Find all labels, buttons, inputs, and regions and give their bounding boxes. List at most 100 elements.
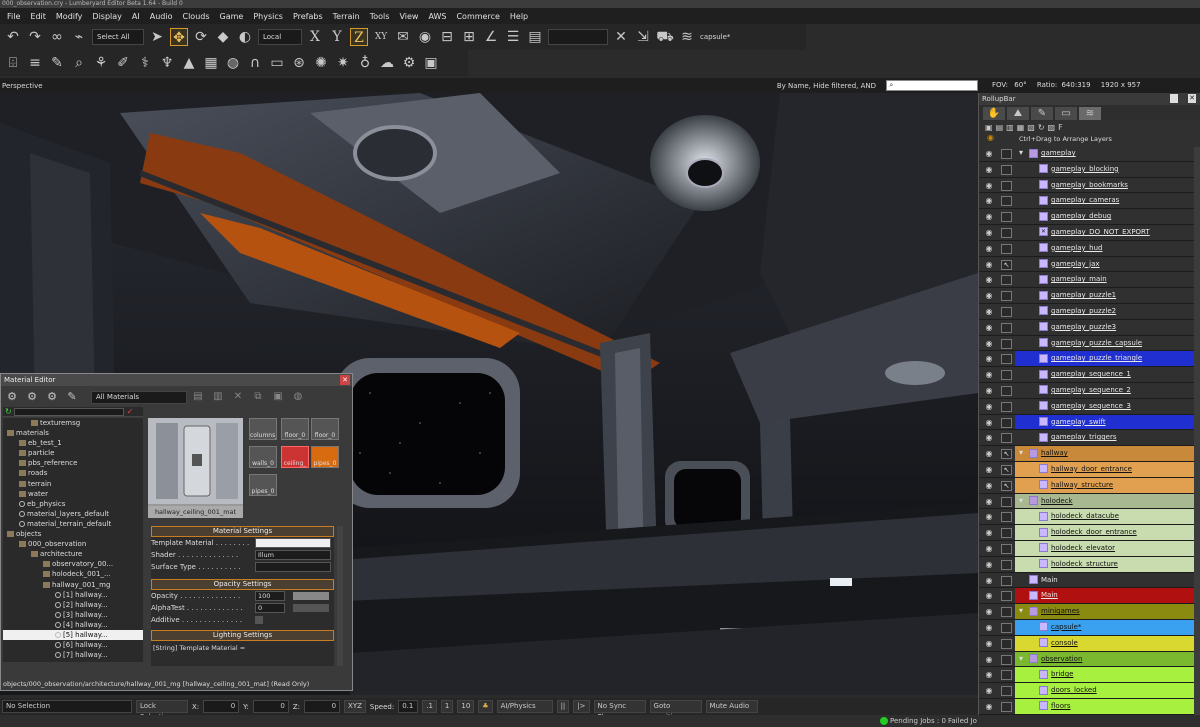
freeze-layer-icon[interactable]: ▨ xyxy=(1048,123,1056,132)
layer-row[interactable]: ◉ Main xyxy=(979,588,1200,605)
camera-icon[interactable]: ◉ xyxy=(416,28,434,46)
gear-icon[interactable]: ⚙ xyxy=(400,54,418,72)
layer-row[interactable]: ◉ gameplay_sequence_1 xyxy=(979,367,1200,383)
layer-row[interactable]: ◉ holodeck_structure xyxy=(979,556,1200,573)
layer-row[interactable]: ◉ ↖ gameplay_jax xyxy=(979,257,1200,273)
save-icon[interactable]: ▤ xyxy=(189,388,207,406)
move-icon[interactable]: ✥ xyxy=(170,28,188,46)
lock-selection-button[interactable]: Lock Selection xyxy=(136,700,188,721)
layer-row[interactable]: ◉ gameplay_sequence_2 xyxy=(979,383,1200,399)
menu-item-aws[interactable]: AWS xyxy=(423,12,451,21)
material-settings-icon[interactable]: ⚙ xyxy=(43,388,61,406)
tree-search-input[interactable] xyxy=(14,407,125,416)
visibility-eye-icon[interactable]: ◉ xyxy=(982,418,996,428)
material-settings-header[interactable]: Material Settings xyxy=(151,526,334,537)
visibility-eye-icon[interactable]: ◉ xyxy=(982,354,996,364)
submaterial-thumb[interactable]: walls_0 xyxy=(249,446,277,468)
frozen-checkbox[interactable] xyxy=(1001,433,1012,444)
visibility-eye-icon[interactable]: ◉ xyxy=(982,512,996,522)
import-layer-icon[interactable]: ▦ xyxy=(1017,123,1025,132)
visibility-eye-icon[interactable]: ◉ xyxy=(982,670,996,680)
frozen-checkbox[interactable] xyxy=(1001,354,1012,365)
pick-material-icon[interactable]: ✎ xyxy=(63,388,81,406)
axis-x-button[interactable]: X xyxy=(306,28,324,46)
chat-icon[interactable]: ▣ xyxy=(422,54,440,72)
truck-icon[interactable]: ⛟ xyxy=(656,28,674,46)
visibility-eye-icon[interactable]: ◉ xyxy=(982,544,996,554)
layer-row[interactable]: ◉ Main xyxy=(979,573,1200,589)
axis-xy-button[interactable]: XY xyxy=(372,28,390,46)
menu-item-ai[interactable]: AI xyxy=(127,12,145,21)
visibility-eye-icon[interactable]: ◉ xyxy=(982,386,996,396)
layer-row[interactable]: ◉ ↖ hallway_structure xyxy=(979,477,1200,494)
perspective-viewport[interactable]: Material Editor ✕ ⚙ ⚙ ⚙ ✎ All Materials … xyxy=(0,93,978,695)
frozen-checkbox[interactable] xyxy=(1001,670,1012,681)
frozen-checkbox[interactable] xyxy=(1001,275,1012,286)
frozen-checkbox[interactable] xyxy=(1001,164,1012,175)
layer-row[interactable]: ◉ gameplay_cameras xyxy=(979,193,1200,210)
properties-scrollbar[interactable] xyxy=(337,526,343,666)
refresh-icon[interactable]: ↻ xyxy=(5,407,12,416)
filter-icon[interactable]: F xyxy=(1058,123,1063,132)
menu-item-audio[interactable]: Audio xyxy=(145,12,178,21)
layer-row[interactable]: ◉ doors_locked xyxy=(979,683,1200,699)
redo-icon[interactable]: ↷ xyxy=(26,28,44,46)
menu-item-file[interactable]: File xyxy=(2,12,25,21)
layer-row[interactable]: ◉ bridge xyxy=(979,667,1200,684)
visibility-eye-icon[interactable]: ◉ xyxy=(982,497,996,507)
export-layer-icon[interactable]: ▥ xyxy=(1006,123,1014,132)
tree-item[interactable]: holodeck_001_... xyxy=(3,569,143,579)
select-all-dropdown[interactable]: Select All xyxy=(92,29,144,45)
visibility-eye-icon[interactable]: ◉ xyxy=(982,402,996,412)
frozen-checkbox[interactable] xyxy=(1001,149,1012,159)
new-layer-icon[interactable]: ▣ xyxy=(985,123,993,132)
visibility-eye-icon[interactable]: ◉ xyxy=(982,260,996,270)
visibility-eye-icon[interactable]: ◉ xyxy=(982,307,996,317)
reset-icon[interactable]: ▣ xyxy=(269,388,287,406)
add-submaterial-icon[interactable]: ⚙ xyxy=(23,388,41,406)
tree-item[interactable]: [2] hallway... xyxy=(3,600,143,610)
frozen-checkbox[interactable] xyxy=(1001,401,1012,412)
tree-item[interactable]: particle xyxy=(3,448,143,458)
visibility-eye-icon[interactable]: ◉ xyxy=(982,323,996,333)
tab-layers-icon[interactable]: ≋ xyxy=(1079,107,1101,120)
tree-item[interactable]: material_layers_default xyxy=(3,509,143,519)
submaterial-thumb[interactable]: floor_0 xyxy=(311,418,339,440)
tree-item[interactable]: material_terrain_default xyxy=(3,519,143,529)
tab-display-icon[interactable]: ▭ xyxy=(1055,107,1077,120)
frozen-checkbox[interactable]: ↖ xyxy=(1001,464,1012,475)
link-icon[interactable]: ∞ xyxy=(48,28,66,46)
opacity-settings-header[interactable]: Opacity Settings xyxy=(151,579,334,590)
library-select[interactable]: All Materials xyxy=(91,390,187,404)
layer-row[interactable]: ◉ ✕ gameplay_DO_NOT_EXPORT xyxy=(979,225,1200,241)
layer-row[interactable]: ◉ gameplay_hud xyxy=(979,241,1200,257)
menu-item-terrain[interactable]: Terrain xyxy=(328,12,365,21)
delete-icon[interactable]: ✕ xyxy=(229,388,247,406)
sun-icon[interactable]: ✺ xyxy=(312,54,330,72)
layer-row[interactable]: ◉ gameplay_sequence_3 xyxy=(979,399,1200,415)
layers-stack-icon[interactable]: ≡ xyxy=(26,54,44,72)
z-input[interactable]: 0 xyxy=(304,700,341,713)
tree-item[interactable]: eb_test_1 xyxy=(3,438,143,448)
tree-item[interactable]: objects xyxy=(3,529,143,539)
tab-objects-icon[interactable]: ✋ xyxy=(983,107,1005,120)
frozen-checkbox[interactable] xyxy=(1001,306,1012,317)
speed-input[interactable]: 0.1 xyxy=(398,700,419,713)
menu-item-commerce[interactable]: Commerce xyxy=(451,12,504,21)
layer-row[interactable]: ◉ holodeck_elevator xyxy=(979,540,1200,557)
grid-icon[interactable]: ⊞ xyxy=(460,28,478,46)
visibility-eye-icon[interactable]: ◉ xyxy=(982,576,996,586)
visibility-eye-icon[interactable]: ◉ xyxy=(982,165,996,175)
book-icon[interactable]: ⌹ xyxy=(4,54,22,72)
no-sync-player-button[interactable]: No Sync Player xyxy=(593,700,646,721)
opacity-input[interactable]: 100 xyxy=(255,591,285,601)
magnify-icon[interactable]: ⌕ xyxy=(70,54,88,72)
terrain-select-icon[interactable]: ◐ xyxy=(236,28,254,46)
frozen-checkbox[interactable] xyxy=(1001,638,1012,649)
x-input[interactable]: 0 xyxy=(203,700,240,713)
tree-item[interactable]: [7] hallway... xyxy=(3,650,143,660)
angle-snap-icon[interactable]: ∠ xyxy=(482,28,500,46)
flow-icon[interactable]: ⚕ xyxy=(136,54,154,72)
speed-10-button[interactable]: 10 xyxy=(457,700,475,713)
material-preview[interactable]: hallway_ceiling_001_mat xyxy=(148,418,243,518)
